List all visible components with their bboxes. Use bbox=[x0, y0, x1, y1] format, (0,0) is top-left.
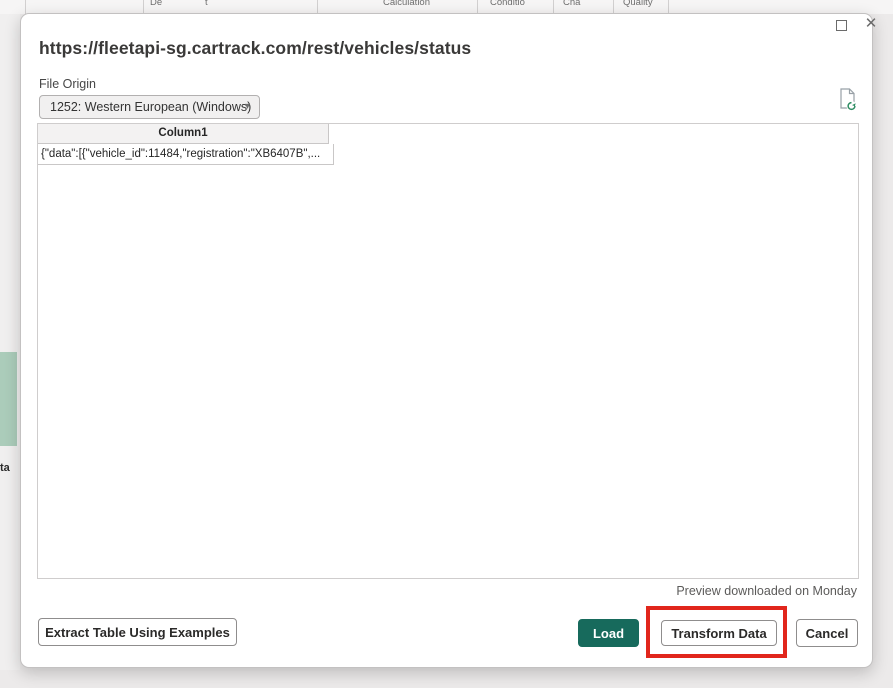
ribbon-tab-fragment: Conditio bbox=[490, 0, 525, 8]
ribbon-tab-fragment: t bbox=[205, 0, 208, 8]
file-origin-dropdown[interactable]: 1252: Western European (Windows) ▾ bbox=[39, 95, 260, 119]
ribbon-divider bbox=[25, 0, 26, 14]
ribbon-tab-fragment: Cha bbox=[563, 0, 580, 8]
ribbon-tab-fragment: De bbox=[150, 0, 162, 8]
file-origin-value: 1252: Western European (Windows) bbox=[50, 100, 251, 114]
ribbon-divider bbox=[553, 0, 554, 14]
load-button[interactable]: Load bbox=[578, 619, 639, 647]
background-green-panel bbox=[0, 352, 17, 446]
transform-data-button[interactable]: Transform Data bbox=[661, 620, 777, 646]
background-text-fragment: ta bbox=[0, 462, 10, 474]
refresh-preview-icon[interactable] bbox=[837, 87, 859, 113]
ribbon-divider bbox=[477, 0, 478, 14]
column-header[interactable]: Column1 bbox=[38, 124, 329, 144]
maximize-icon[interactable] bbox=[836, 20, 847, 31]
ribbon-divider bbox=[143, 0, 144, 14]
extract-table-using-examples-button[interactable]: Extract Table Using Examples bbox=[38, 618, 237, 646]
close-icon[interactable]: ✕ bbox=[862, 15, 880, 33]
data-preview-panel: Column1 {"data":[{"vehicle_id":11484,"re… bbox=[37, 123, 859, 579]
background-ribbon-strip: De t Calculation Conditio Cha Quality bbox=[0, 0, 893, 14]
table-row[interactable]: {"data":[{"vehicle_id":11484,"registrati… bbox=[38, 144, 334, 165]
chevron-down-icon: ▾ bbox=[245, 96, 250, 118]
background-left-strip: ta bbox=[0, 14, 20, 670]
ribbon-tab-fragment: Quality bbox=[623, 0, 653, 8]
ribbon-tab-fragment: Calculation bbox=[383, 0, 430, 8]
ribbon-divider bbox=[668, 0, 669, 14]
preview-downloaded-note: Preview downloaded on Monday bbox=[676, 584, 857, 598]
file-origin-label: File Origin bbox=[39, 77, 96, 91]
ribbon-divider bbox=[317, 0, 318, 14]
web-contents-preview-dialog: ✕ https://fleetapi-sg.cartrack.com/rest/… bbox=[20, 13, 873, 668]
ribbon-divider bbox=[613, 0, 614, 14]
cancel-button[interactable]: Cancel bbox=[796, 619, 858, 647]
dialog-title-url: https://fleetapi-sg.cartrack.com/rest/ve… bbox=[39, 38, 471, 59]
